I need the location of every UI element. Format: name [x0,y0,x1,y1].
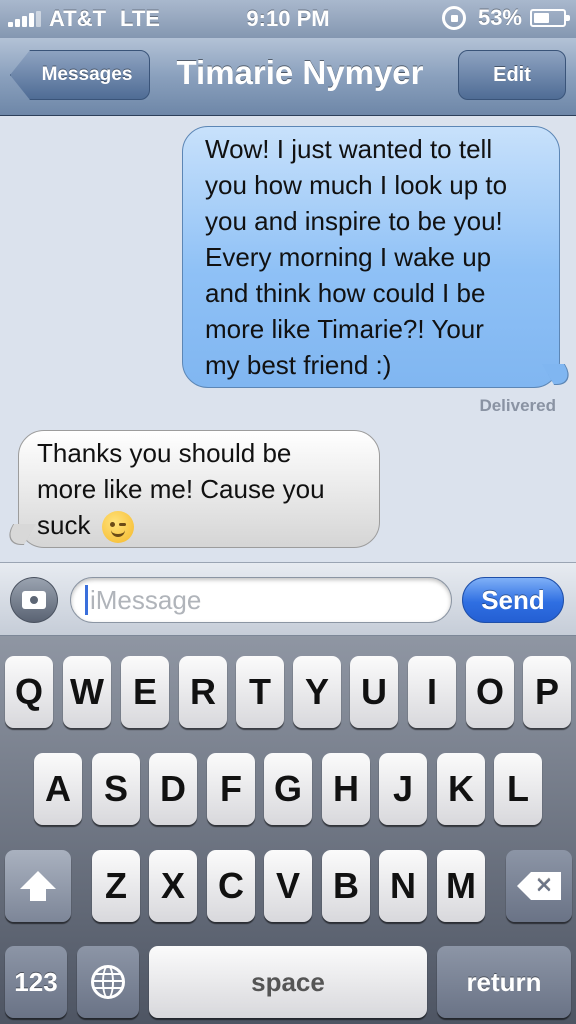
shift-key[interactable] [5,850,71,922]
key-x[interactable]: X [149,850,197,922]
message-line: more like me! Cause you [37,474,325,504]
outgoing-message-bubble[interactable]: Wow! I just wanted to tell you how much … [182,126,560,388]
delivered-status: Delivered [479,396,556,415]
key-q[interactable]: Q [5,656,53,728]
camera-icon [22,591,46,609]
key-c[interactable]: C [207,850,255,922]
key-v[interactable]: V [264,850,312,922]
key-k[interactable]: K [437,753,485,825]
key-g[interactable]: G [264,753,312,825]
key-r[interactable]: R [179,656,227,728]
text-cursor [85,585,88,615]
numbers-key[interactable]: 123 [5,946,67,1018]
key-m[interactable]: M [437,850,485,922]
key-d[interactable]: D [149,753,197,825]
conversation-title: Timarie Nymyer [176,54,424,91]
key-l[interactable]: L [494,753,542,825]
delete-icon: ✕ [517,872,561,900]
message-line: Thanks you should be [37,438,292,468]
key-o[interactable]: O [466,656,514,728]
keyboard: Q W E R T Y U I O P A S D F G H J K L Z … [0,636,576,1024]
message-line-last: suck [37,507,361,544]
battery-icon [530,9,570,27]
globe-key[interactable] [77,946,139,1018]
key-y[interactable]: Y [293,656,341,728]
key-b[interactable]: B [322,850,370,922]
shift-arrow-icon [20,871,56,901]
key-t[interactable]: T [236,656,284,728]
key-s[interactable]: S [92,753,140,825]
message-line: you how much I look up to [205,170,508,200]
key-i[interactable]: I [408,656,456,728]
message-line: more like Timarie?! Your [205,314,484,344]
message-line: you and inspire to be you! [205,206,503,236]
key-z[interactable]: Z [92,850,140,922]
message-line: and think how could I be [205,278,486,308]
status-right: 53% [441,5,570,31]
message-line: my best friend :) [205,350,392,380]
key-p[interactable]: P [523,656,571,728]
delete-key[interactable]: ✕ [506,850,572,922]
battery-fill [534,13,549,23]
winking-face-icon [101,511,134,544]
send-button[interactable]: Send [462,577,564,623]
key-w[interactable]: W [63,656,111,728]
message-list[interactable]: Wow! I just wanted to tell you how much … [0,116,576,562]
incoming-message-bubble[interactable]: Thanks you should be more like me! Cause… [18,430,380,548]
key-u[interactable]: U [350,656,398,728]
key-e[interactable]: E [121,656,169,728]
key-a[interactable]: A [34,753,82,825]
battery-percent: 53% [477,5,522,30]
status-bar: AT&T LTE 9:10 PM 53% [0,0,576,38]
camera-button[interactable] [10,577,58,623]
back-button[interactable]: Messages [10,50,150,100]
navigation-bar: Messages Timarie Nymyer Edit [0,38,576,116]
rotation-lock-icon [441,6,466,30]
message-line: Wow! I just wanted to tell [205,134,493,164]
key-j[interactable]: J [379,753,427,825]
message-input-placeholder: iMessage [90,584,202,615]
key-h[interactable]: H [322,753,370,825]
key-n[interactable]: N [379,850,427,922]
message-line: Every morning I wake up [205,242,492,272]
messages-screen: AT&T LTE 9:10 PM 53% Messages Timarie Ny… [0,0,576,1024]
message-input[interactable]: iMessage [70,577,452,623]
return-key[interactable]: return [437,946,571,1018]
globe-icon [91,965,125,999]
edit-button[interactable]: Edit [458,50,566,100]
key-f[interactable]: F [207,753,255,825]
composer-bar: iMessage Send [0,562,576,636]
message-line: suck [37,510,91,540]
space-key[interactable]: space [149,946,427,1018]
